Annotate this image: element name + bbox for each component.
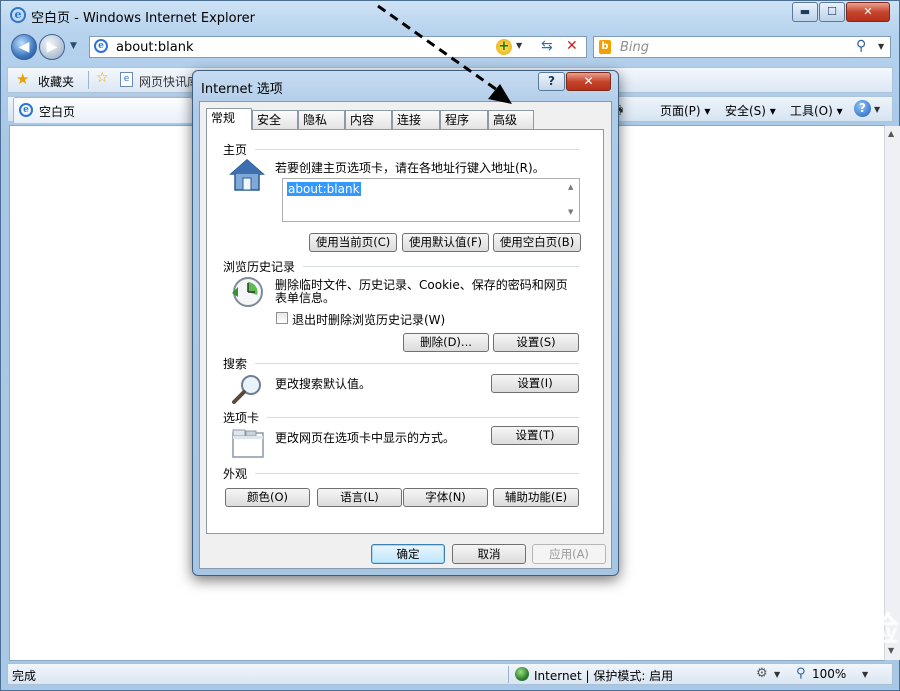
home-page-instruction: 若要创建主页选项卡，请在各地址行键入地址(R)。 (275, 161, 545, 175)
tabs-window-icon (231, 427, 265, 459)
web-slice-gallery-link[interactable]: 网页快讯库 (139, 73, 199, 90)
tools-menu[interactable]: 工具(O) ▾ (790, 102, 843, 119)
section-divider (303, 266, 579, 267)
web-slice-icon: e (120, 72, 133, 87)
colors-button[interactable]: 颜色(O) (225, 488, 310, 507)
section-divider (255, 149, 579, 150)
ie-logo-icon: e (10, 7, 26, 23)
minimize-button[interactable]: ▬ (792, 2, 818, 22)
textbox-scroll-down-icon[interactable]: ▼ (568, 208, 573, 216)
internet-options-dialog: Internet 选项 ? ✕ 常规 安全 隐私 内容 连接 程序 高级 主页 … (192, 70, 619, 576)
window-title: 空白页 - Windows Internet Explorer (31, 11, 255, 26)
home-page-section-title: 主页 (223, 143, 248, 157)
forward-button[interactable]: ▶ (39, 34, 65, 60)
delete-on-exit-label[interactable]: 退出时删除浏览历史记录(W) (292, 311, 445, 328)
dialog-close-button[interactable]: ✕ (566, 72, 611, 91)
search-dropdown-icon[interactable]: ▼ (878, 42, 884, 51)
history-description-line2: 表单信息。 (275, 291, 336, 305)
cancel-button[interactable]: 取消 (452, 544, 526, 564)
scroll-up-icon[interactable]: ▲ (888, 129, 894, 138)
safety-menu[interactable]: 安全(S) ▾ (725, 102, 776, 119)
favorites-button[interactable]: 收藏夹 (38, 73, 74, 90)
tabs-settings-button[interactable]: 设置(T) (491, 426, 579, 445)
help-icon[interactable]: ? (854, 100, 871, 117)
section-divider (267, 417, 579, 418)
delete-history-button[interactable]: 删除(D)... (403, 333, 489, 352)
zoom-dropdown-icon[interactable]: ▼ (862, 670, 868, 679)
accessibility-button[interactable]: 辅助功能(E) (493, 488, 579, 507)
history-dropdown-icon[interactable]: ▼ (70, 41, 77, 51)
history-clock-icon (229, 275, 265, 309)
status-bar: 完成 Internet | 保护模式: 启用 ⚙ ▼ ⚲ 100% ▼ (7, 663, 893, 685)
baidu-watermark-url: jingyan.baidu.com (712, 642, 842, 658)
magnifier-icon (231, 373, 265, 405)
history-section-title: 浏览历史记录 (223, 260, 296, 274)
zone-dropdown-icon[interactable]: ▼ (774, 670, 780, 679)
dialog-title: Internet 选项 (201, 82, 283, 97)
dialog-body: 常规 安全 隐私 内容 连接 程序 高级 主页 若要创建主页选项卡，请在各地址行… (199, 101, 612, 569)
home-page-value: about:blank (287, 182, 361, 196)
favorites-star-icon: ★ (16, 70, 30, 88)
search-input[interactable]: Bing (620, 40, 649, 55)
search-settings-button[interactable]: 设置(I) (491, 374, 579, 393)
internet-zone-icon (515, 667, 529, 681)
general-tab-panel: 主页 若要创建主页选项卡，请在各地址行键入地址(R)。 about:blank … (206, 129, 604, 534)
home-page-textbox[interactable]: about:blank ▲ ▼ (282, 178, 580, 222)
tab-page-icon: e (19, 103, 33, 117)
address-input[interactable]: about:blank (116, 40, 194, 55)
window-controls: ▬ ☐ ✕ (791, 2, 890, 22)
tabs-description: 更改网页在选项卡中显示的方式。 (275, 431, 456, 445)
tab-label: 空白页 (39, 105, 76, 119)
house-icon (229, 158, 265, 192)
search-section-title: 搜索 (223, 357, 248, 371)
tab-general[interactable]: 常规 (206, 108, 252, 130)
refresh-icon[interactable]: ⇆ (541, 38, 553, 54)
use-default-button[interactable]: 使用默认值(F) (402, 233, 489, 252)
annotation-arrow (377, 4, 512, 104)
tab-security[interactable]: 安全 (252, 110, 298, 129)
delete-on-exit-checkbox[interactable] (276, 312, 288, 324)
section-divider (255, 473, 579, 474)
add-favorite-icon[interactable]: ☆ (96, 70, 109, 86)
bing-logo-icon: b (599, 40, 611, 54)
search-description: 更改搜索默认值。 (275, 377, 372, 391)
textbox-scroll-up-icon[interactable]: ▲ (568, 183, 573, 191)
history-settings-button[interactable]: 设置(S) (493, 333, 579, 352)
ok-button[interactable]: 确定 (371, 544, 445, 564)
dialog-help-button[interactable]: ? (538, 72, 565, 91)
search-box[interactable]: b Bing ⚲ ▼ (593, 36, 891, 58)
zoom-icon: ⚲ (796, 666, 806, 681)
security-zone-text[interactable]: Internet | 保护模式: 启用 (534, 667, 673, 684)
help-dropdown-icon[interactable]: ▼ (874, 105, 880, 114)
zoom-level[interactable]: 100% (812, 667, 846, 681)
status-text: 完成 (12, 669, 37, 683)
use-blank-button[interactable]: 使用空白页(B) (493, 233, 581, 252)
section-divider (255, 363, 579, 364)
maximize-button[interactable]: ☐ (819, 2, 845, 22)
page-icon: e (94, 39, 108, 53)
stop-icon[interactable]: ✕ (566, 38, 578, 54)
search-icon[interactable]: ⚲ (856, 38, 866, 54)
separator (88, 71, 89, 89)
scrollbar[interactable]: ▲ ▼ (884, 126, 900, 660)
page-menu[interactable]: 页面(P) ▾ (660, 102, 710, 119)
tab-privacy[interactable]: 隐私 (298, 110, 345, 129)
tabs-section-title: 选项卡 (223, 411, 260, 425)
separator (508, 666, 509, 683)
languages-button[interactable]: 语言(L) (317, 488, 402, 507)
apply-button[interactable]: 应用(A) (532, 544, 606, 564)
back-button[interactable]: ◀ (11, 34, 37, 60)
arrow-shaft (377, 4, 501, 94)
browser-tab[interactable]: e 空白页 (13, 97, 193, 123)
protected-mode-icon[interactable]: ⚙ (756, 666, 768, 681)
appearance-section-title: 外观 (223, 467, 248, 481)
use-current-button[interactable]: 使用当前页(C) (309, 233, 397, 252)
fonts-button[interactable]: 字体(N) (403, 488, 488, 507)
close-button[interactable]: ✕ (846, 2, 890, 22)
